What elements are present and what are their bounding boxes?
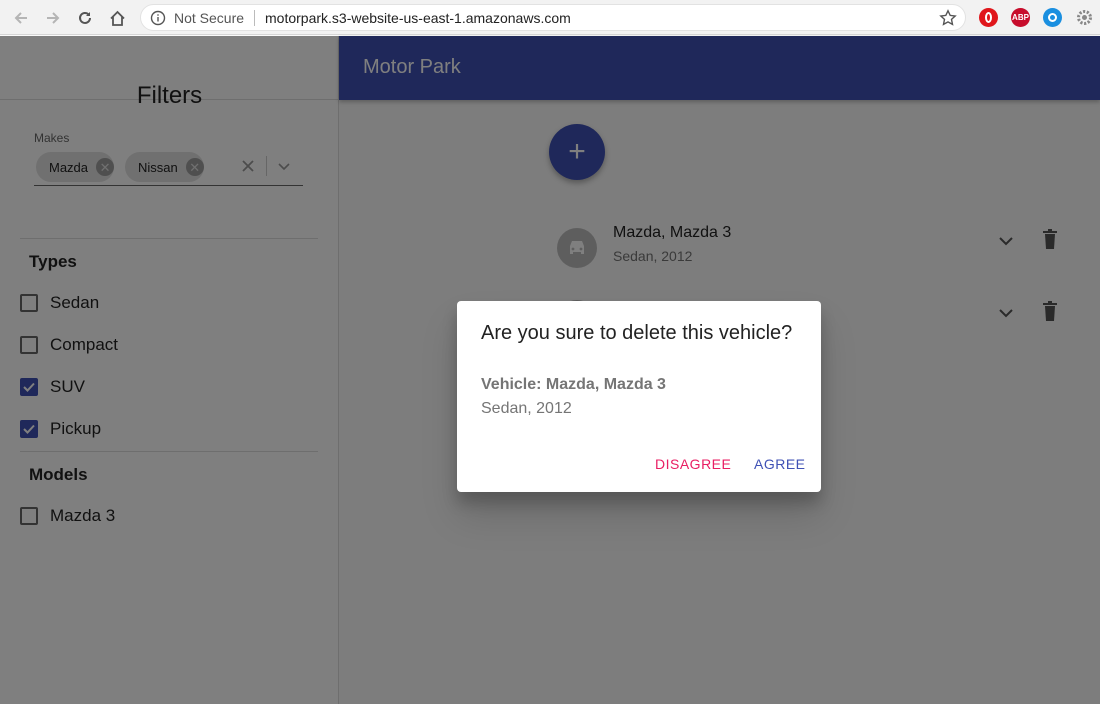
arrow-left-icon bbox=[14, 12, 27, 24]
home-button[interactable] bbox=[106, 7, 128, 29]
settings-gear-icon[interactable] bbox=[1075, 8, 1094, 27]
browser-toolbar: Not Secure motorpark.s3-website-us-east-… bbox=[0, 0, 1100, 35]
opera-icon[interactable] bbox=[979, 8, 998, 27]
forward-button[interactable] bbox=[42, 7, 64, 29]
home-icon bbox=[109, 10, 125, 26]
security-label: Not Secure bbox=[174, 10, 245, 26]
delete-confirm-dialog: Are you sure to delete this vehicle? Veh… bbox=[457, 301, 821, 492]
adblock-label: ABP bbox=[1012, 13, 1029, 22]
dialog-title: Are you sure to delete this vehicle? bbox=[481, 322, 793, 344]
info-icon[interactable] bbox=[150, 10, 166, 26]
adblock-plus-icon[interactable]: ABP bbox=[1011, 8, 1030, 27]
address-bar[interactable]: Not Secure motorpark.s3-website-us-east-… bbox=[140, 4, 966, 31]
agree-button[interactable]: AGREE bbox=[754, 456, 806, 472]
reload-button[interactable] bbox=[74, 7, 96, 29]
disagree-button[interactable]: DISAGREE bbox=[655, 456, 731, 472]
address-divider bbox=[254, 10, 255, 26]
blue-ring-extension-icon[interactable] bbox=[1043, 8, 1062, 27]
reload-icon bbox=[79, 11, 91, 24]
arrow-right-icon bbox=[47, 12, 60, 24]
dialog-vehicle-line: Vehicle: Mazda, Mazda 3 bbox=[481, 376, 666, 393]
bookmark-star-icon[interactable] bbox=[939, 9, 957, 27]
back-button[interactable] bbox=[10, 7, 32, 29]
url-text[interactable]: motorpark.s3-website-us-east-1.amazonaws… bbox=[265, 10, 571, 26]
dialog-detail-line: Sedan, 2012 bbox=[481, 400, 572, 417]
